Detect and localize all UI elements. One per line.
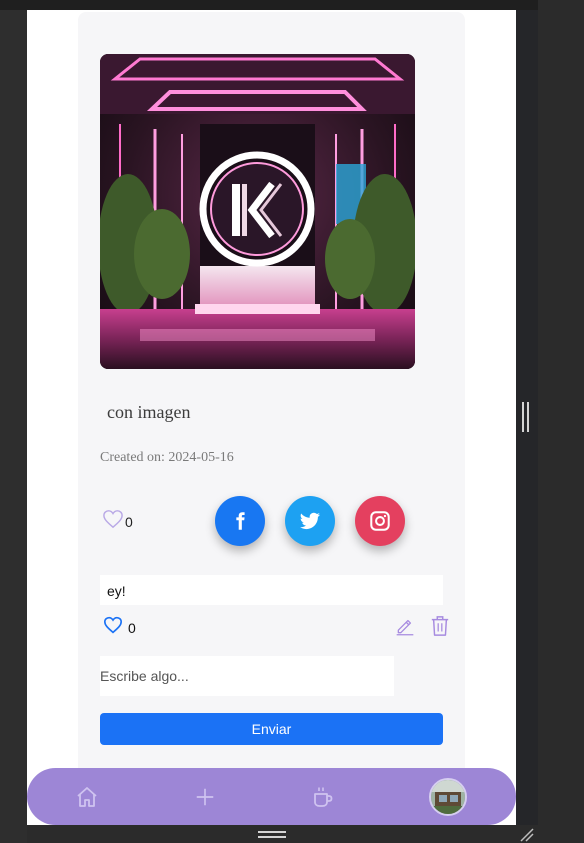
avatar[interactable] bbox=[429, 778, 467, 816]
resize-handle-horizontal[interactable] bbox=[258, 831, 286, 839]
created-date: 2024-05-16 bbox=[168, 450, 234, 465]
outer-background bbox=[538, 0, 584, 843]
created-label: Created on: bbox=[100, 450, 165, 465]
bottom-nav bbox=[27, 768, 516, 825]
post-title: con imagen bbox=[107, 402, 191, 422]
post-created-date: Created on: 2024-05-16 bbox=[100, 450, 234, 466]
window-top-strip bbox=[0, 0, 584, 10]
send-button[interactable]: Enviar bbox=[100, 713, 443, 745]
share-facebook-button[interactable] bbox=[215, 496, 265, 546]
comment-input[interactable] bbox=[100, 656, 394, 696]
nav-add[interactable] bbox=[192, 784, 218, 810]
coffee-icon bbox=[314, 787, 333, 807]
app-viewport: con imagen Created on: 2024-05-16 0 ey! … bbox=[27, 10, 516, 825]
left-panel bbox=[0, 10, 27, 843]
nav-home[interactable] bbox=[74, 784, 100, 810]
heart-outline-icon[interactable] bbox=[103, 616, 123, 639]
comment-like[interactable]: 0 bbox=[103, 616, 136, 639]
heart-outline-icon[interactable] bbox=[102, 509, 124, 534]
trash-icon[interactable] bbox=[430, 615, 450, 637]
resize-handle-vertical[interactable] bbox=[522, 402, 530, 432]
post-card: con imagen Created on: 2024-05-16 0 ey! … bbox=[78, 12, 465, 782]
edit-icon[interactable] bbox=[395, 616, 415, 636]
resize-grip-icon[interactable] bbox=[518, 826, 534, 842]
post-image bbox=[100, 54, 415, 369]
comment-like-count: 0 bbox=[128, 619, 136, 636]
twitter-icon bbox=[299, 512, 321, 530]
instagram-icon bbox=[370, 511, 390, 531]
comment-text: ey! bbox=[100, 575, 443, 605]
nav-coffee[interactable] bbox=[310, 784, 336, 810]
share-instagram-button[interactable] bbox=[355, 496, 405, 546]
facebook-icon bbox=[236, 512, 245, 530]
post-like[interactable]: 0 bbox=[102, 509, 133, 534]
plus-icon bbox=[196, 788, 214, 806]
post-like-count: 0 bbox=[125, 513, 133, 530]
home-icon bbox=[77, 787, 97, 807]
share-twitter-button[interactable] bbox=[285, 496, 335, 546]
